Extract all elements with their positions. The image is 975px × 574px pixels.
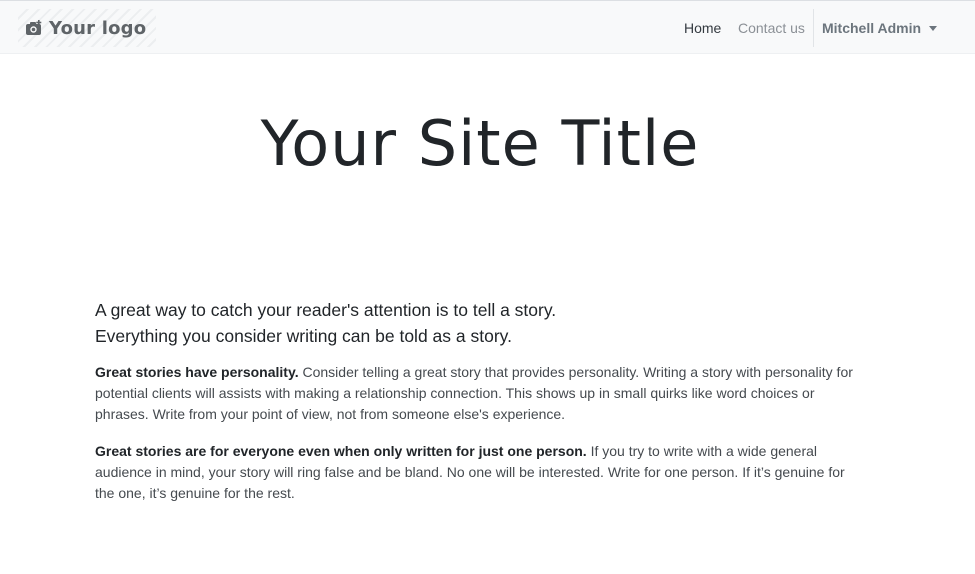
lead-text: A great way to catch your reader's atten… [95,297,865,349]
user-name: Mitchell Admin [822,20,922,36]
lead-line-2: Everything you consider writing can be t… [95,326,512,346]
paragraph-everyone: Great stories are for everyone even when… [95,441,865,504]
nav-contact-link[interactable]: Contact us [738,20,805,36]
top-navbar: Your logo Home Contact us Mitchell Admin [0,0,975,54]
user-menu-dropdown[interactable]: Mitchell Admin [822,20,938,36]
paragraph-2-heading: Great stories are for everyone even when… [95,443,587,459]
nav-divider [813,9,814,47]
paragraph-1-heading: Great stories have personality. [95,364,299,380]
main-nav: Home Contact us Mitchell Admin [0,1,975,55]
site-title: Your Site Title [260,107,700,180]
lead-line-1: A great way to catch your reader's atten… [95,300,557,320]
paragraph-personality: Great stories have personality. Consider… [95,362,865,425]
story-section: A great way to catch your reader's atten… [95,297,865,504]
nav-home-link[interactable]: Home [684,20,721,36]
caret-down-icon [929,25,938,31]
